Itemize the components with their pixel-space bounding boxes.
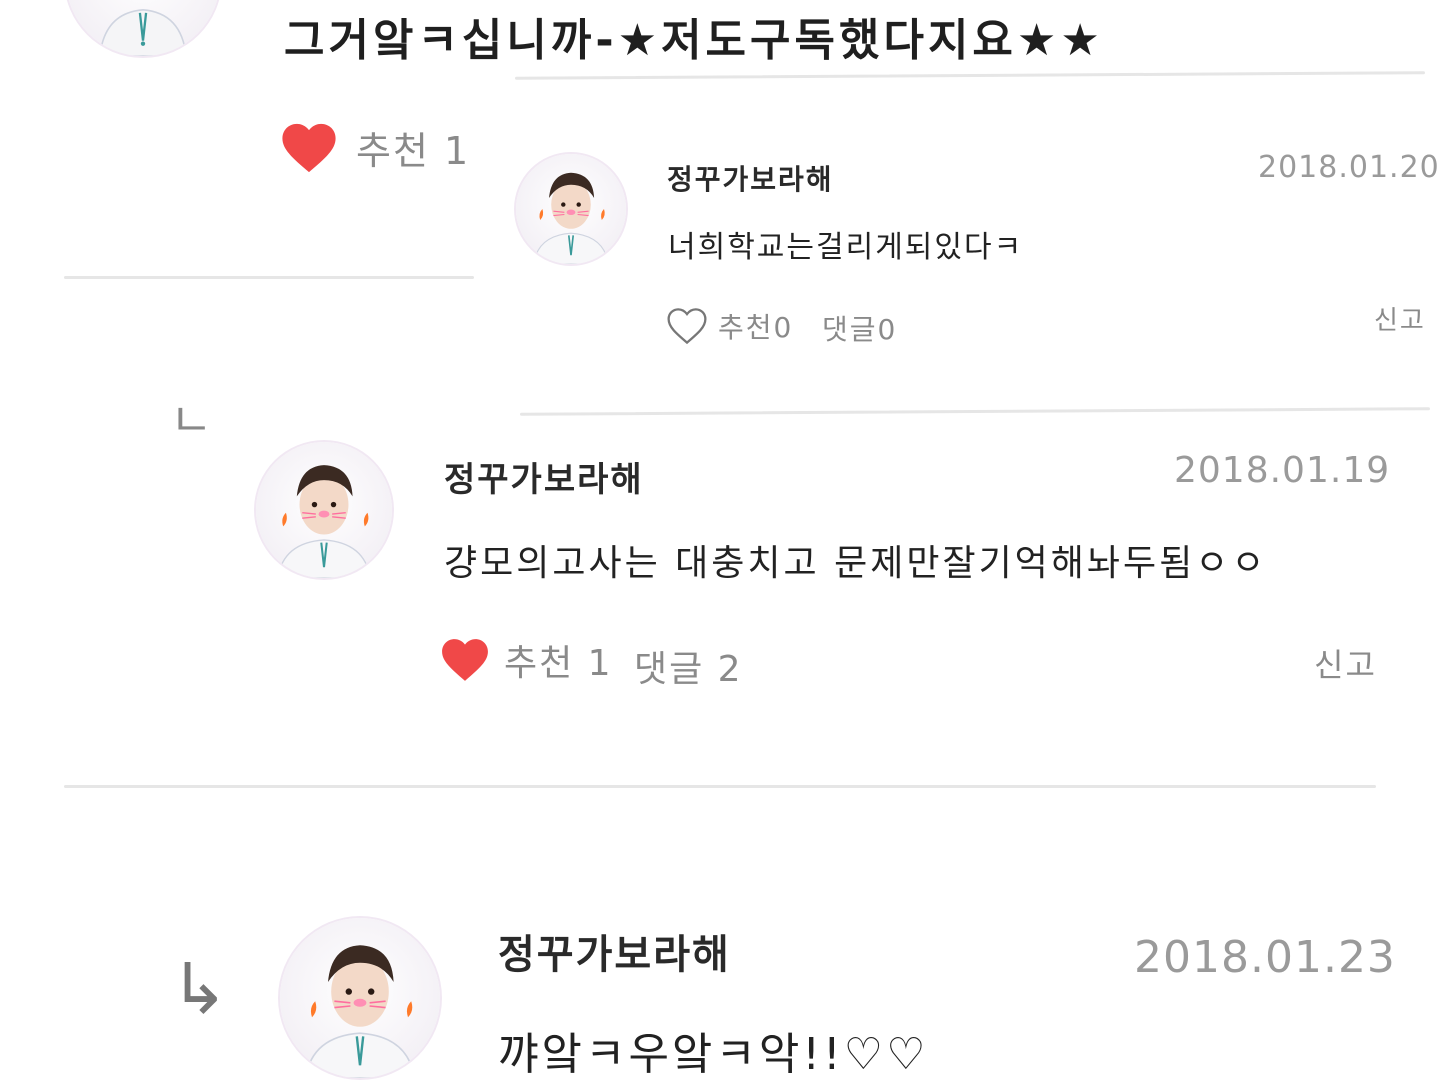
heart-filled-icon [442, 639, 488, 681]
top-comment-like-button[interactable]: 추천 1 [280, 120, 470, 175]
profile-photo-icon [99, 9, 187, 56]
reply-2-text: 걍모의고사는 대충치고 문제만잘기억해놔두됨ㅇㅇ [444, 543, 1268, 584]
reply-indent-marker: ㄴ [170, 393, 213, 447]
reply-1-date: 2018.01.20 [1258, 150, 1440, 185]
reply-1-comments-button[interactable]: 댓글0 [822, 308, 897, 348]
reply-2-like-button[interactable]: 추천 1 [440, 634, 613, 686]
top-comment-text: 그거앜ㅋ십니까-★저도구독했다지요★★ [284, 15, 1104, 66]
reply-1-text: 너희학교는걸리게되있다ㅋ [668, 230, 1024, 265]
avatar-reply-3[interactable] [280, 918, 440, 1078]
divider [64, 276, 474, 279]
reply-2-date: 2018.01.19 [1174, 450, 1391, 491]
divider [514, 71, 1426, 80]
avatar-top-comment[interactable] [66, 0, 220, 56]
reply-2-author[interactable]: 정꾸가보라해 [444, 452, 644, 501]
reply-1-report-button[interactable]: 신고 [1374, 300, 1426, 337]
reply-3-text: 꺄앜ㅋ우앜ㅋ악!!♡♡ [498, 1029, 929, 1080]
reply-1-comments-label: 댓글0 [822, 313, 898, 346]
reply-2-likes-label: 추천 1 [504, 643, 613, 684]
reply-3-author[interactable]: 정꾸가보라해 [498, 922, 731, 980]
profile-photo-icon [304, 945, 416, 1078]
reply-2-comments-button[interactable]: 댓글 2 [634, 640, 743, 692]
avatar-reply-2[interactable] [256, 442, 392, 578]
avatar-reply-1[interactable] [516, 154, 626, 264]
reply-arrow-icon: ↳ [170, 948, 229, 1030]
heart-outline-icon [667, 308, 707, 345]
reply-1-likes-label: 추천0 [718, 311, 794, 344]
reply-3-date: 2018.01.23 [1134, 932, 1396, 983]
divider [64, 785, 1376, 788]
profile-photo-icon [277, 465, 371, 578]
divider [519, 407, 1431, 416]
reply-2-comments-label: 댓글 2 [634, 649, 743, 690]
reply-1-like-button[interactable]: 추천0 [666, 306, 793, 346]
top-comment-likes-label: 추천 1 [356, 129, 471, 173]
reply-1-author[interactable]: 정꾸가보라해 [667, 158, 834, 198]
profile-photo-icon [533, 172, 609, 264]
reply-2-report-button[interactable]: 신고 [1314, 640, 1377, 686]
heart-filled-icon [282, 123, 336, 172]
